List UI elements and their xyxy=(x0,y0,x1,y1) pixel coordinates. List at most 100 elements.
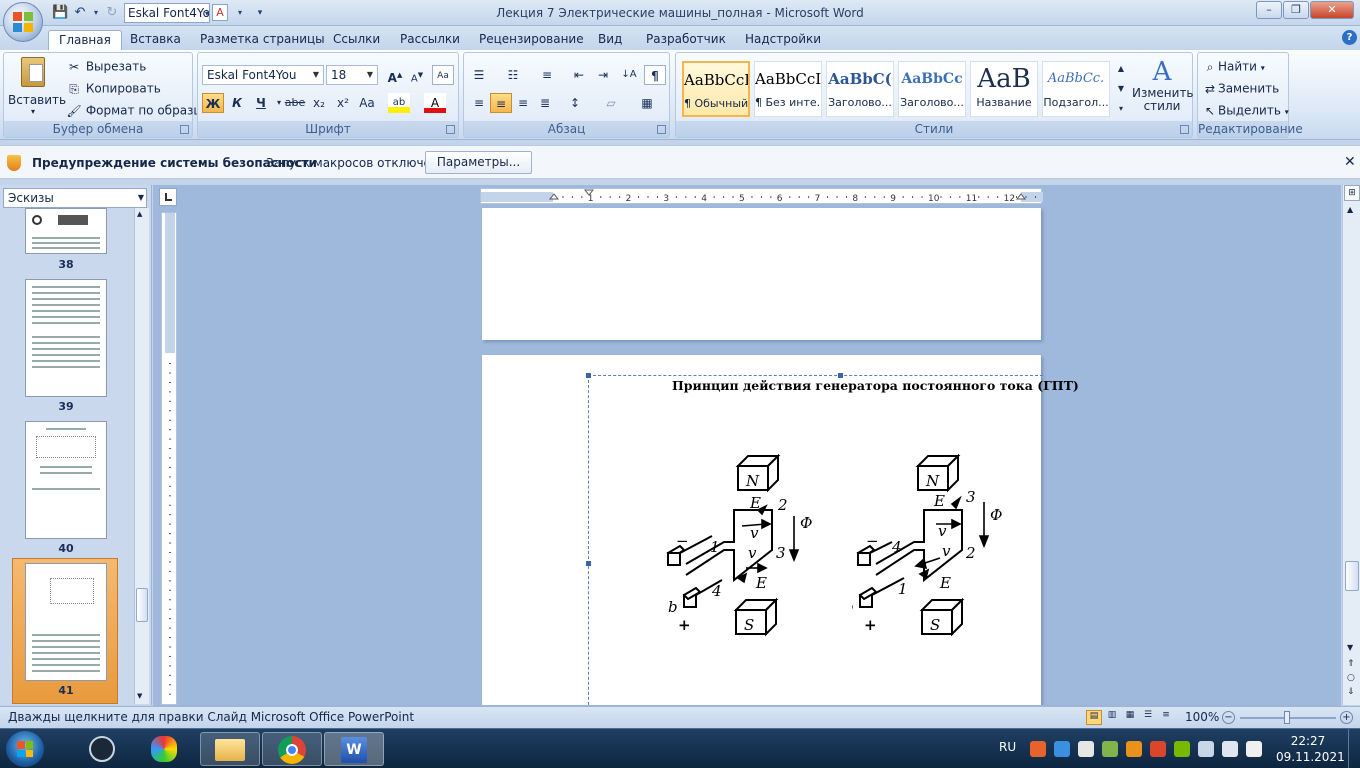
format-painter-button[interactable]: 🖌 Формат по образцу xyxy=(66,103,208,119)
tab-page-layout[interactable]: Разметка страницы xyxy=(190,30,335,50)
scroll-up-icon[interactable]: ▲ xyxy=(1347,205,1353,214)
scroll-down-icon[interactable]: ▼ xyxy=(1347,643,1353,652)
zoom-slider-thumb[interactable] xyxy=(1284,711,1290,724)
thumb-page-41[interactable] xyxy=(25,563,107,681)
tab-developer[interactable]: Разработчик xyxy=(636,30,736,50)
subscript-button[interactable]: x₂ xyxy=(308,93,330,113)
tray-display-icon[interactable] xyxy=(1078,741,1094,757)
security-options-button[interactable]: Параметры... xyxy=(425,151,532,174)
tab-review[interactable]: Рецензирование xyxy=(469,30,594,50)
scroll-thumb[interactable] xyxy=(136,588,148,622)
find-button[interactable]: ⌕ Найти ▾ xyxy=(1202,59,1265,75)
close-button[interactable]: ✕ xyxy=(1310,1,1354,19)
show-marks-button[interactable]: ¶ xyxy=(644,65,666,85)
tray-nvidia-icon[interactable] xyxy=(1174,741,1190,757)
page-current[interactable]: Принцип действия генератора постоянного … xyxy=(482,355,1079,725)
chrome-app[interactable] xyxy=(262,732,322,766)
vertical-ruler[interactable] xyxy=(161,212,177,705)
change-case-button[interactable]: Aa xyxy=(356,93,378,113)
change-styles-button[interactable]: A Изменить стили xyxy=(1132,57,1194,113)
multilevel-list-button[interactable]: ≡ xyxy=(536,65,558,85)
styles-launcher-icon[interactable] xyxy=(1180,125,1189,134)
shading-button[interactable]: ▱ xyxy=(600,93,622,113)
draft-view-icon[interactable]: ≡ xyxy=(1158,710,1174,725)
paragraph-launcher-icon[interactable] xyxy=(657,125,666,134)
qat-font-color-icon[interactable]: A xyxy=(212,4,228,21)
cut-button[interactable]: ✂ Вырезать xyxy=(66,59,146,75)
previous-page-icon[interactable]: ⇑ xyxy=(1347,659,1355,669)
tray-cloud-icon[interactable] xyxy=(1054,741,1070,757)
horizontal-ruler[interactable]: 1 2 3 4 5 6 7 8 9 10 11 12 xyxy=(480,188,1043,204)
redo-icon[interactable]: ↻ xyxy=(104,5,120,21)
system-clock[interactable]: 22:27 09.11.2021 xyxy=(1276,733,1345,765)
web-layout-icon[interactable]: ▦ xyxy=(1122,710,1138,725)
scroll-thumb[interactable] xyxy=(1345,561,1359,591)
superscript-button[interactable]: x² xyxy=(332,93,354,113)
tab-stop-selector[interactable] xyxy=(159,188,177,206)
font-size-combo[interactable]: 18 ▼ xyxy=(326,65,378,85)
highlight-button[interactable]: ab xyxy=(388,93,410,113)
steam-app[interactable] xyxy=(74,732,130,766)
tray-network-tool-icon[interactable] xyxy=(1150,741,1166,757)
numbering-button[interactable]: ☷ xyxy=(502,65,524,85)
tray-volume-icon[interactable] xyxy=(1222,741,1238,757)
font-name-combo[interactable]: Eskal Font4You ▼ xyxy=(202,65,324,85)
style-title[interactable]: AaB Название xyxy=(970,61,1038,117)
ruler-toggle-icon[interactable]: ⊞ xyxy=(1344,185,1360,201)
save-icon[interactable]: 💾 xyxy=(52,5,68,21)
align-center-button[interactable]: ≡ xyxy=(490,93,512,113)
style-no-spacing[interactable]: AaBbCcI ¶ Без инте... xyxy=(754,61,822,117)
word-app[interactable]: W xyxy=(324,732,384,766)
font-launcher-icon[interactable] xyxy=(446,125,455,134)
scroll-up-icon[interactable]: ▲ xyxy=(137,210,142,218)
decrease-indent-button[interactable]: ⇤ xyxy=(568,65,590,85)
zoom-out-icon[interactable]: − xyxy=(1222,711,1235,724)
styles-scroll-down-icon[interactable]: ▼ xyxy=(1114,79,1128,99)
tab-insert[interactable]: Вставка xyxy=(120,30,191,50)
print-layout-icon[interactable]: ▤ xyxy=(1086,710,1102,725)
tab-references[interactable]: Ссылки xyxy=(323,30,390,50)
sort-button[interactable]: ↓A xyxy=(618,65,640,85)
minimize-button[interactable]: – xyxy=(1256,1,1282,19)
shrink-font-button[interactable]: A▼ xyxy=(406,65,428,85)
undo-icon[interactable]: ↶ xyxy=(72,5,88,21)
align-left-button[interactable]: ≡ xyxy=(468,93,490,113)
zoom-level[interactable]: 100% xyxy=(1185,710,1219,724)
maximize-button[interactable]: ❐ xyxy=(1283,1,1309,19)
thumb-page-40[interactable] xyxy=(25,421,107,539)
styles-more-icon[interactable]: ▾ xyxy=(1114,99,1128,119)
qat-color-dropdown-icon[interactable]: ▾ xyxy=(232,5,248,21)
tray-tool-icon[interactable] xyxy=(1102,741,1118,757)
resize-handle[interactable] xyxy=(586,373,591,378)
style-subtitle[interactable]: AaBbCc. Подзагол... xyxy=(1042,61,1110,117)
style-heading1[interactable]: AaBbC(Заголово... xyxy=(826,61,894,117)
tab-addins[interactable]: Надстройки xyxy=(735,30,831,50)
clipboard-launcher-icon[interactable] xyxy=(180,125,189,134)
copy-button[interactable]: ⎘ Копировать xyxy=(66,81,161,97)
font-color-button[interactable]: A xyxy=(424,93,446,113)
thumb-page-38[interactable] xyxy=(25,208,107,254)
paste-button[interactable]: Вставить ▾ xyxy=(8,57,66,116)
undo-dropdown-icon[interactable]: ▾ xyxy=(88,5,104,21)
replace-button[interactable]: ⇄ Заменить xyxy=(1202,81,1279,97)
styles-scroll-up-icon[interactable]: ▲ xyxy=(1114,59,1128,79)
clear-format-button[interactable]: Aa xyxy=(432,65,454,85)
show-desktop-button[interactable] xyxy=(1348,729,1360,768)
tab-view[interactable]: Вид xyxy=(588,30,632,50)
start-button[interactable] xyxy=(6,731,44,767)
browse-object-icon[interactable]: ○ xyxy=(1347,673,1355,683)
next-page-icon[interactable]: ⇓ xyxy=(1347,687,1355,697)
bold-button[interactable]: Ж xyxy=(202,93,224,113)
align-right-button[interactable]: ≡ xyxy=(512,93,534,113)
justify-button[interactable]: ≣ xyxy=(534,93,556,113)
tray-flag-icon[interactable] xyxy=(1126,741,1142,757)
style-heading2[interactable]: AaBbCc Заголово... xyxy=(898,61,966,117)
line-spacing-button[interactable]: ↕ xyxy=(564,93,586,113)
qat-font-box[interactable]: Eskal Font4Yo xyxy=(124,3,210,23)
qat-customize-icon[interactable]: ▾ xyxy=(252,5,268,21)
language-indicator[interactable]: RU xyxy=(999,740,1016,754)
increase-indent-button[interactable]: ⇥ xyxy=(592,65,614,85)
thumb-page-39[interactable] xyxy=(25,279,107,397)
paint-app[interactable] xyxy=(136,732,192,766)
grow-font-button[interactable]: A▲ xyxy=(384,65,406,85)
